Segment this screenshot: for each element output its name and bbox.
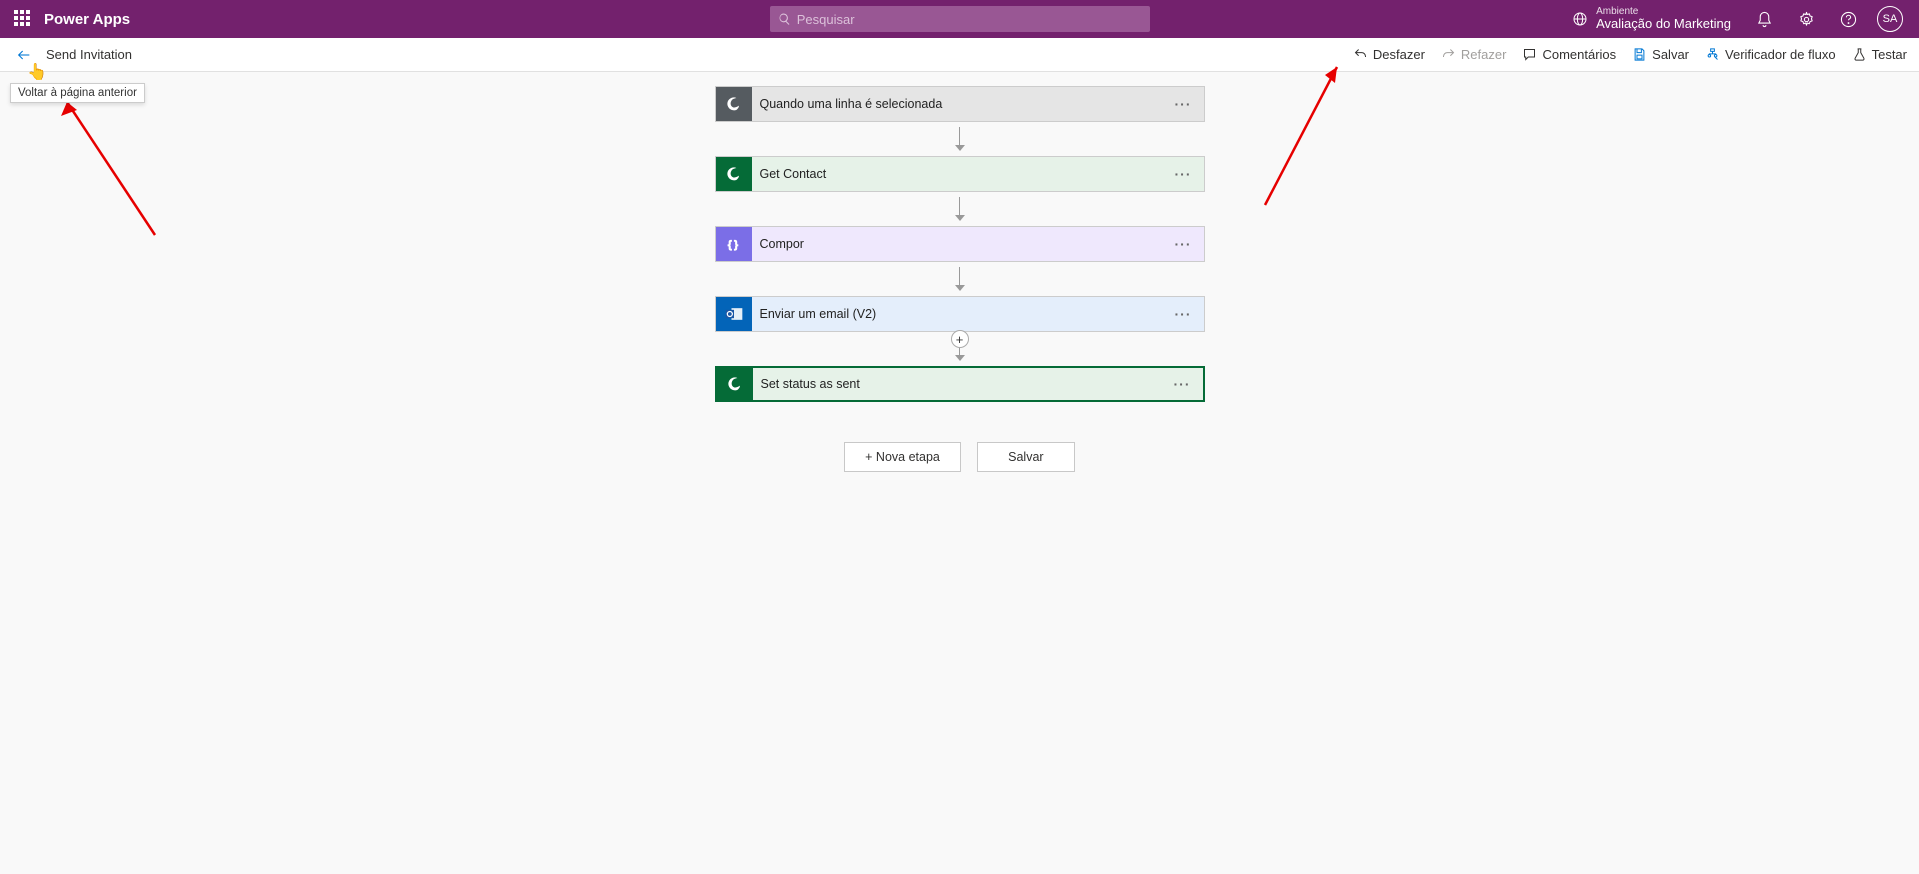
flow-checker-button[interactable]: Verificador de fluxo [1705,47,1836,62]
new-step-button[interactable]: + Nova etapa [844,442,961,472]
compose-label: Compor [752,237,1163,251]
environment-name: Avaliação do Marketing [1596,17,1731,31]
trigger-label: Quando uma linha é selecionada [752,97,1163,111]
comments-label: Comentários [1542,47,1616,62]
outlook-icon [716,297,752,331]
environment-picker[interactable]: Ambiente Avaliação do Marketing [1562,6,1741,31]
card-more-icon[interactable]: ··· [1163,166,1204,182]
card-more-icon[interactable]: ··· [1163,236,1204,252]
save-flow-button[interactable]: Salvar [977,442,1075,472]
dataverse-icon [716,157,752,191]
avatar[interactable]: SA [1877,6,1903,32]
help-icon[interactable] [1829,0,1867,38]
app-launcher-icon[interactable] [14,10,32,28]
flow-canvas: Quando uma linha é selecionada ··· Get C… [0,72,1919,874]
environment-label: Ambiente [1596,6,1731,17]
dataverse-icon [716,87,752,121]
header-right: Ambiente Avaliação do Marketing SA [1562,0,1909,38]
app-header: Power Apps Ambiente Avaliação do Marketi… [0,0,1919,38]
back-tooltip: Voltar à página anterior [10,83,145,103]
set-status-label: Set status as sent [753,377,1162,391]
compose-card[interactable]: { } Compor ··· [715,226,1205,262]
connector-arrow [955,192,965,226]
test-label: Testar [1872,47,1907,62]
undo-button[interactable]: Desfazer [1353,47,1425,62]
back-button[interactable] [12,43,36,67]
card-more-icon[interactable]: ··· [1163,96,1204,112]
bottom-buttons: + Nova etapa Salvar [844,442,1075,472]
flow-checker-label: Verificador de fluxo [1725,47,1836,62]
redo-label: Refazer [1461,47,1507,62]
command-bar: Send Invitation Desfazer Refazer Comentá… [0,38,1919,72]
search-container [770,6,1150,32]
search-icon [778,12,791,26]
connector-arrow: + [955,332,965,366]
search-input[interactable] [797,12,1142,27]
environment-icon [1572,11,1588,27]
search-box[interactable] [770,6,1150,32]
set-status-card[interactable]: Set status as sent ··· [715,366,1205,402]
undo-label: Desfazer [1373,47,1425,62]
save-button[interactable]: Salvar [1632,47,1689,62]
compose-icon: { } [716,227,752,261]
trigger-card[interactable]: Quando uma linha é selecionada ··· [715,86,1205,122]
get-contact-card[interactable]: Get Contact ··· [715,156,1205,192]
flow-title: Send Invitation [46,47,132,62]
save-label: Salvar [1652,47,1689,62]
comments-button[interactable]: Comentários [1522,47,1616,62]
notifications-icon[interactable] [1745,0,1783,38]
get-contact-label: Get Contact [752,167,1163,181]
card-more-icon[interactable]: ··· [1162,376,1203,392]
send-email-label: Enviar um email (V2) [752,307,1163,321]
connector-arrow [955,122,965,156]
add-step-inline-button[interactable]: + [951,330,969,348]
connector-arrow [955,262,965,296]
svg-text:{ }: { } [728,239,738,251]
card-more-icon[interactable]: ··· [1163,306,1204,322]
app-title: Power Apps [44,11,130,28]
dataverse-icon [717,368,753,400]
test-button[interactable]: Testar [1852,47,1907,62]
redo-button: Refazer [1441,47,1507,62]
send-email-card[interactable]: Enviar um email (V2) ··· [715,296,1205,332]
settings-icon[interactable] [1787,0,1825,38]
